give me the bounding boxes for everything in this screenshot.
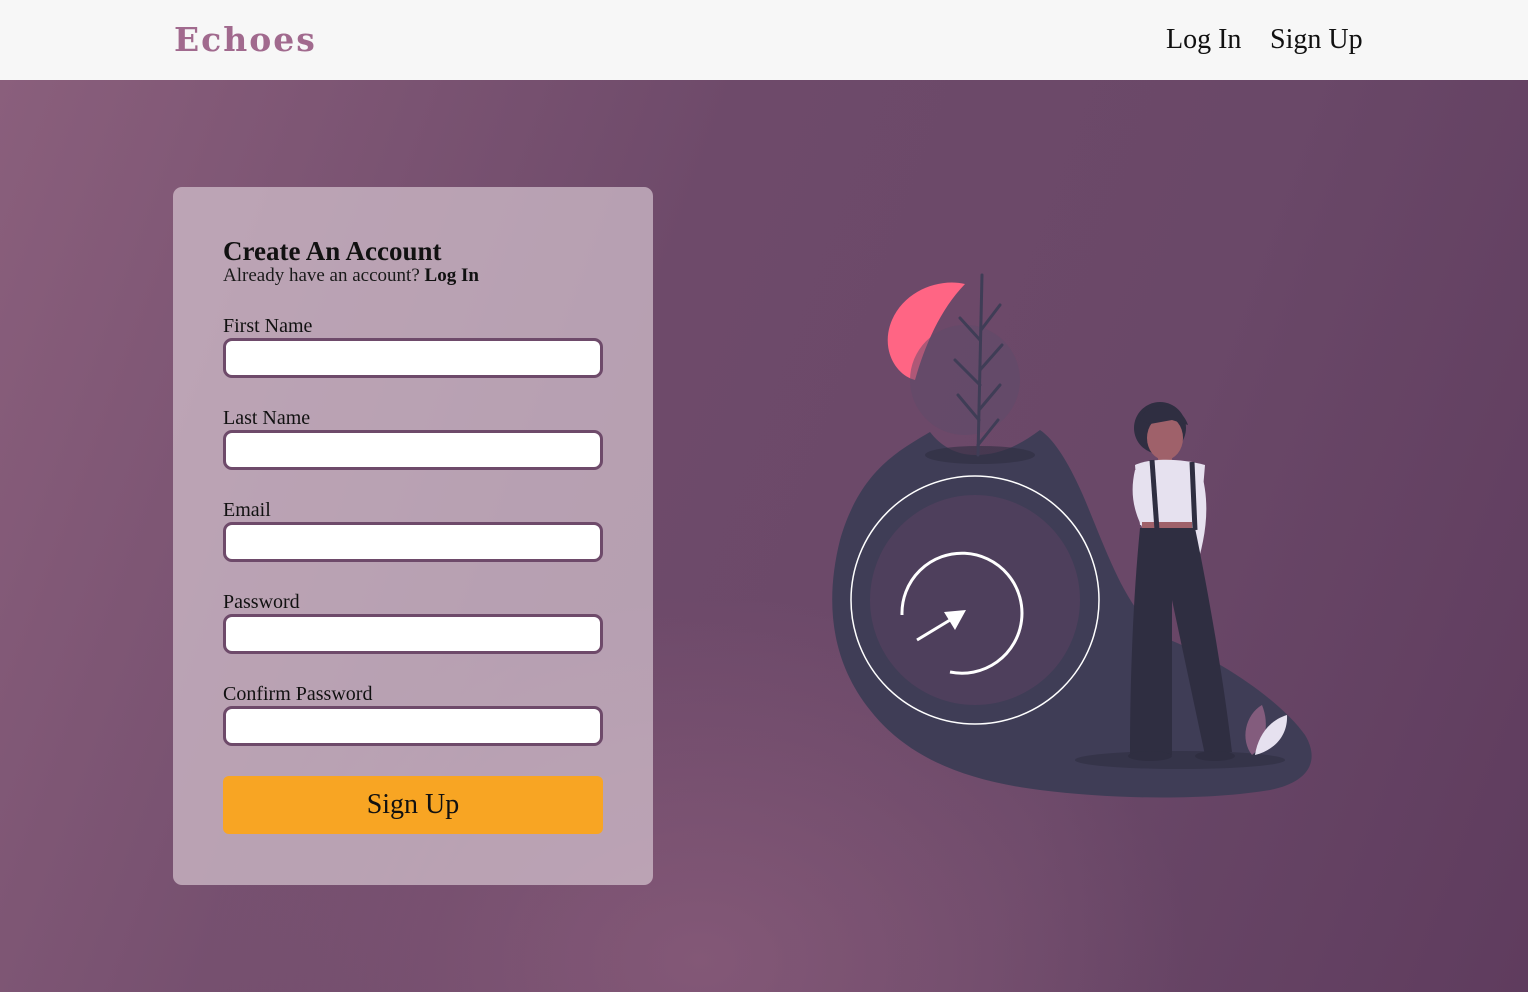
brand-logo[interactable]: Echoes bbox=[174, 18, 317, 62]
nav-signup-link[interactable]: Sign Up bbox=[1270, 22, 1363, 58]
form-subtitle-text: Already have an account? bbox=[223, 265, 420, 286]
navbar: Echoes Log In Sign Up bbox=[0, 0, 1528, 80]
signup-card: Create An Account Already have an accoun… bbox=[173, 187, 653, 885]
form-subtitle: Already have an account? Log In bbox=[223, 265, 479, 287]
nav-login-link[interactable]: Log In bbox=[1166, 22, 1241, 58]
password-field[interactable] bbox=[223, 614, 603, 654]
last-name-field[interactable] bbox=[223, 430, 603, 470]
confirm-password-label: Confirm Password bbox=[223, 683, 373, 705]
sign-up-button[interactable]: Sign Up bbox=[223, 776, 603, 834]
email-field[interactable] bbox=[223, 522, 603, 562]
form-title: Create An Account bbox=[223, 236, 442, 266]
confirm-password-field[interactable] bbox=[223, 706, 603, 746]
last-name-label: Last Name bbox=[223, 407, 311, 429]
first-name-field[interactable] bbox=[223, 338, 603, 378]
email-label: Email bbox=[223, 499, 271, 521]
plant-shadow bbox=[925, 446, 1035, 464]
form-login-link[interactable]: Log In bbox=[425, 265, 479, 286]
bg-disc bbox=[910, 325, 1020, 435]
password-label: Password bbox=[223, 591, 300, 613]
first-name-label: First Name bbox=[223, 315, 313, 337]
onboarding-illustration bbox=[832, 273, 1312, 798]
